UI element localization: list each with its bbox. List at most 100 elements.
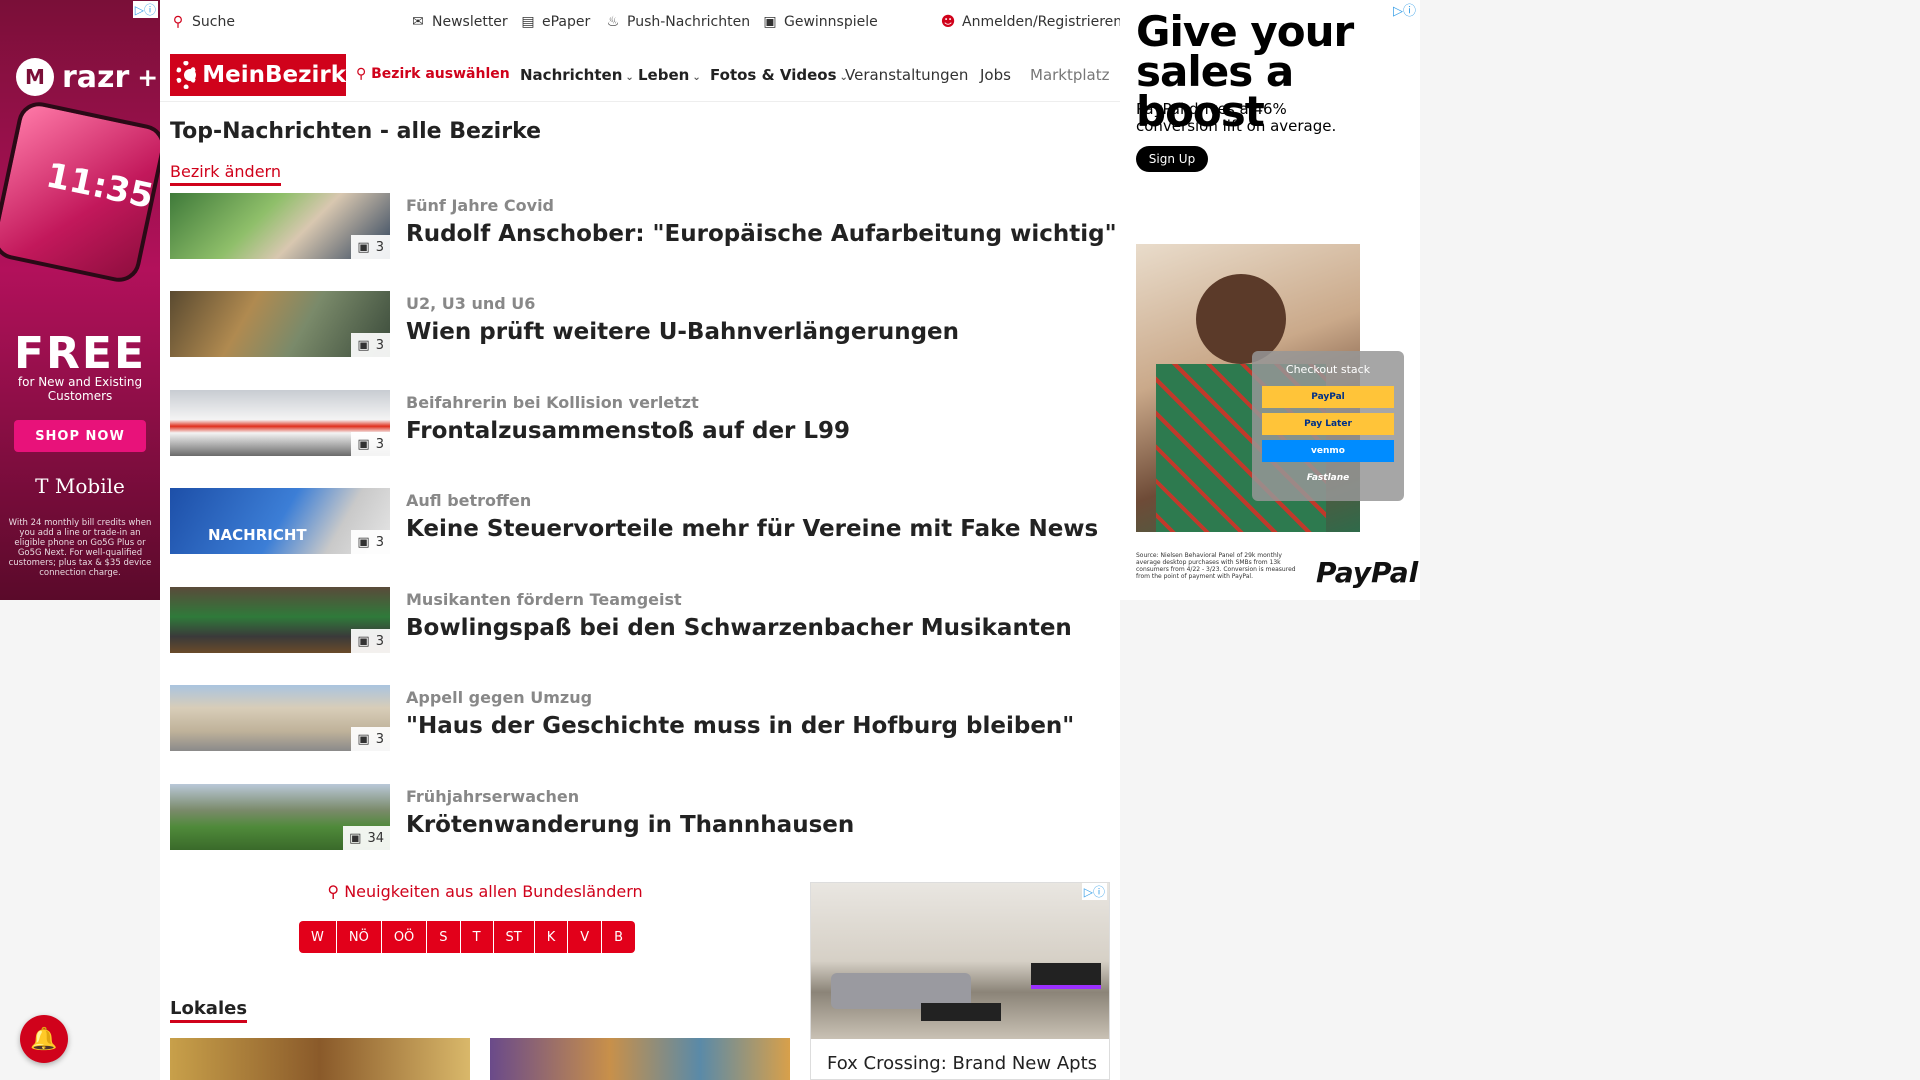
change-district-link[interactable]: Bezirk ändern bbox=[170, 162, 281, 186]
right-ad-banner[interactable]: ▷ⓘ Give your sales a boost PayPal drives… bbox=[1120, 0, 1420, 600]
image-count-badge: ▣ 3 bbox=[351, 432, 390, 456]
tmobile-logo: T Mobile bbox=[35, 474, 125, 498]
fireplace-shape bbox=[1031, 963, 1101, 989]
ad-brand-sup: + bbox=[137, 62, 159, 92]
image-count-badge: ▣ 3 bbox=[351, 333, 390, 357]
district-label: Bezirk auswählen bbox=[371, 66, 510, 82]
article-headline[interactable]: Rudolf Anschober: "Europäische Aufarbeit… bbox=[406, 221, 1117, 247]
ad-fine-print: Source: Nielsen Behavioral Panel of 29k … bbox=[1136, 552, 1296, 580]
nav-veranstaltungen[interactable]: Veranstaltungen bbox=[845, 66, 968, 84]
gallery-icon: ▣ bbox=[357, 534, 370, 550]
phone-image: 11:35 bbox=[0, 98, 160, 286]
article-headline[interactable]: Frontalzusammenstoß auf der L99 bbox=[406, 418, 850, 444]
state-button-noe[interactable]: NÖ bbox=[336, 921, 381, 953]
left-ad-banner[interactable]: ▷ⓘ M razr + 11:35 FREE for New and Existi… bbox=[0, 0, 160, 600]
article-kicker: Appell gegen Umzug bbox=[406, 688, 593, 707]
article-thumbnail[interactable]: NACHRICHT ▣ 3 bbox=[170, 488, 390, 554]
ad-choices-icon[interactable]: ▷ⓘ bbox=[1393, 0, 1416, 19]
paypal-logo: PayPal bbox=[1316, 556, 1419, 589]
lokales-heading[interactable]: Lokales bbox=[170, 998, 248, 1023]
article-headline[interactable]: Keine Steuervorteile mehr für Vereine mi… bbox=[406, 516, 1098, 542]
logo-text: MeinBezirk bbox=[202, 62, 346, 88]
nav-label: Nachrichten bbox=[520, 66, 623, 84]
article-thumbnail[interactable]: ▣ 3 bbox=[170, 291, 390, 357]
location-pin-icon: ⚲ bbox=[327, 882, 340, 901]
nav-nachrichten[interactable]: Nachrichten ⌄ bbox=[520, 66, 634, 84]
gallery-icon: ▣ bbox=[357, 633, 370, 649]
article-item[interactable]: ▣ 3 Musikanten fördern Teamgeist Bowlings… bbox=[170, 587, 1072, 655]
nav-marktplatz[interactable]: Marktplatz bbox=[1030, 66, 1110, 84]
pay-later-option: Pay Later bbox=[1262, 413, 1394, 435]
lokales-thumbnail[interactable] bbox=[170, 1038, 470, 1080]
newsletter-link[interactable]: ✉ Newsletter bbox=[410, 14, 508, 30]
ad-free-text: FREE bbox=[13, 328, 147, 379]
gallery-icon: ▣ bbox=[357, 337, 370, 353]
venmo-option: venmo bbox=[1262, 440, 1394, 462]
push-link[interactable]: ♨ Push-Nachrichten bbox=[605, 14, 750, 30]
article-headline[interactable]: "Haus der Geschichte muss in der Hofburg… bbox=[406, 713, 1074, 739]
main-column: ⚲ Suche ✉ Newsletter ▤ ePaper ♨ Push-Nac… bbox=[160, 0, 1122, 1080]
state-button-w[interactable]: W bbox=[299, 921, 336, 953]
login-link[interactable]: ☻ Anmelden/Registrieren bbox=[940, 14, 1122, 30]
article-thumbnail[interactable]: ▣ 3 bbox=[170, 390, 390, 456]
ad-room-image bbox=[811, 883, 1109, 1039]
state-button-b[interactable]: B bbox=[602, 921, 636, 953]
article-item[interactable]: ▣ 3 Appell gegen Umzug "Haus der Geschich… bbox=[170, 685, 1074, 753]
article-item[interactable]: ▣ 3 Fünf Jahre Covid Rudolf Anschober: "E… bbox=[170, 193, 1117, 261]
article-thumbnail[interactable]: ▣ 3 bbox=[170, 685, 390, 751]
article-kicker: Beifahrerin bei Kollision verletzt bbox=[406, 393, 699, 412]
article-kicker: Fünf Jahre Covid bbox=[406, 196, 554, 215]
ad-brand: M razr + bbox=[16, 58, 158, 96]
table-shape bbox=[921, 1003, 1001, 1021]
logo-sun-icon bbox=[176, 61, 197, 89]
fox-crossing-ad[interactable]: ▷ⓘ Fox Crossing: Brand New Apts bbox=[810, 882, 1110, 1080]
article-item[interactable]: ▣ 3 Beifahrerin bei Kollision verletzt Fr… bbox=[170, 390, 1070, 458]
state-button-t[interactable]: T bbox=[460, 921, 493, 953]
gallery-icon: ▣ bbox=[357, 436, 370, 452]
phone-time: 11:35 bbox=[42, 155, 157, 218]
top-bar: ⚲ Suche ✉ Newsletter ▤ ePaper ♨ Push-Nac… bbox=[160, 0, 1122, 46]
article-headline[interactable]: Bowlingspaß bei den Schwarzenbacher Musi… bbox=[406, 615, 1072, 641]
site-logo[interactable]: MeinBezirk bbox=[170, 54, 346, 96]
state-button-st[interactable]: ST bbox=[493, 921, 534, 953]
article-headline[interactable]: Krötenwanderung in Thannhausen bbox=[406, 812, 854, 838]
article-kicker: Aufl betroffen bbox=[406, 491, 532, 510]
notification-bell-button[interactable]: 🔔 bbox=[20, 1015, 68, 1063]
article-thumbnail[interactable]: ▣ 3 bbox=[170, 193, 390, 259]
article-item[interactable]: NACHRICHT ▣ 3 Aufl betroffen Keine Steuer… bbox=[170, 488, 1098, 556]
fox-ad-text[interactable]: Fox Crossing: Brand New Apts bbox=[827, 1053, 1097, 1074]
article-thumbnail[interactable]: ▣ 34 bbox=[170, 784, 390, 850]
state-button-ooe[interactable]: OÖ bbox=[381, 921, 427, 953]
article-headline[interactable]: Wien prüft weitere U-Bahnverlängerungen bbox=[406, 319, 959, 345]
lokales-thumbnail[interactable] bbox=[490, 1038, 790, 1080]
epaper-link[interactable]: ▤ ePaper bbox=[520, 14, 590, 30]
search-link[interactable]: ⚲ Suche bbox=[170, 14, 235, 30]
nav-jobs[interactable]: Jobs bbox=[980, 66, 1011, 84]
state-button-k[interactable]: K bbox=[534, 921, 568, 953]
image-count-badge: ▣ 3 bbox=[351, 530, 390, 554]
location-pin-icon: ⚲ bbox=[356, 66, 367, 82]
state-button-v[interactable]: V bbox=[568, 921, 602, 953]
ad-choices-icon[interactable]: ▷ⓘ bbox=[132, 1, 158, 18]
sign-up-button[interactable]: Sign Up bbox=[1136, 146, 1208, 172]
image-count: 34 bbox=[367, 830, 384, 846]
newspaper-icon: ▤ bbox=[521, 14, 535, 30]
states-heading[interactable]: ⚲ Neuigkeiten aus allen Bundesländern bbox=[320, 882, 650, 901]
article-item[interactable]: ▣ 3 U2, U3 und U6 Wien prüft weitere U-Ba… bbox=[170, 291, 1070, 359]
state-button-s[interactable]: S bbox=[427, 921, 460, 953]
image-count: 3 bbox=[375, 633, 384, 649]
nav-leben[interactable]: Leben ⌄ bbox=[638, 66, 701, 84]
checkout-stack-card: Checkout stack PayPal Pay Later venmo Fa… bbox=[1252, 351, 1404, 501]
gallery-icon: ▣ bbox=[349, 830, 362, 846]
article-item[interactable]: ▣ 34 Frühjahrserwachen Krötenwanderung in… bbox=[170, 784, 1070, 852]
gewinnspiele-link[interactable]: ▣ Gewinnspiele bbox=[762, 14, 877, 30]
ad-choices-icon[interactable]: ▷ⓘ bbox=[1081, 883, 1107, 900]
article-thumbnail[interactable]: ▣ 3 bbox=[170, 587, 390, 653]
article-kicker: Musikanten fördern Teamgeist bbox=[406, 590, 682, 609]
district-select[interactable]: ⚲ Bezirk auswählen bbox=[356, 66, 510, 82]
shop-now-button[interactable]: SHOP NOW bbox=[14, 420, 146, 452]
image-count: 3 bbox=[375, 534, 384, 550]
nav-fotos-videos[interactable]: Fotos & Videos ⌄ bbox=[710, 66, 848, 84]
nav-label: Marktplatz bbox=[1030, 66, 1110, 84]
newsletter-label: Newsletter bbox=[432, 14, 508, 30]
